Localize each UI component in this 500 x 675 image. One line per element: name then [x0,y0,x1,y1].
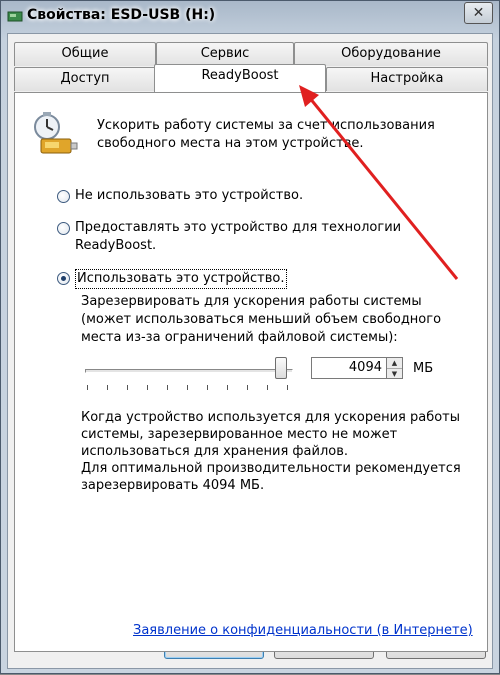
spin-up-icon[interactable]: ▲ [387,358,402,368]
slider-tick [187,385,188,390]
slider-tick [167,385,168,390]
reserve-slider-track[interactable] [85,369,293,373]
option-dedicate-readyboost[interactable]: Предоставлять это устройство для техноло… [57,219,437,255]
info-recommendation: Для оптимальной производительности реком… [81,461,461,493]
radio-dedicate-readyboost[interactable] [57,222,70,235]
info-text: Когда устройство используется для ускоре… [81,409,481,494]
radio-use-device[interactable] [57,272,70,285]
option-label: Не использовать это устройство. [75,188,304,203]
tab-general[interactable]: Общие [14,42,156,66]
slider-tick [227,385,228,390]
readyboost-panel: Ускорить работу системы за счет использо… [14,92,488,652]
slider-tick [147,385,148,390]
intro-text: Ускорить работу системы за счет использо… [97,118,435,151]
option-label: Использовать это устройство. [75,269,287,289]
readyboost-icon [29,111,79,159]
info-usage-note: Когда устройство используется для ускоре… [81,410,461,459]
slider-ticks [87,385,291,391]
close-button[interactable]: ✕ [464,2,493,24]
slider-tick [87,385,88,390]
radio-do-not-use[interactable] [57,190,70,203]
slider-tick [207,385,208,390]
tab-hardware[interactable]: Оборудование [294,42,488,66]
option-do-not-use[interactable]: Не использовать это устройство. [57,187,303,205]
slider-tick [127,385,128,390]
slider-tick [107,385,108,390]
tab-customize[interactable]: Настройка [326,67,488,91]
option-use-device[interactable]: Использовать это устройство. [57,269,287,289]
usb-drive-icon [7,8,23,24]
option-label: Предоставлять это устройство для техноло… [75,220,402,253]
reserve-label: Зарезервировать для ускорения работы сис… [81,294,442,345]
privacy-link[interactable]: Заявление о конфиденциальности (в Интерн… [133,623,473,638]
tab-sharing[interactable]: Доступ [14,67,156,91]
reserve-size-input[interactable]: 4094 [311,357,387,379]
tab-readyboost[interactable]: ReadyBoost [154,64,326,92]
reserve-size-spinner[interactable]: ▲ ▼ [387,357,403,379]
reserve-slider-thumb[interactable] [275,357,287,379]
tab-service[interactable]: Сервис [156,42,294,66]
slider-tick [267,385,268,390]
dialog-client-area: Общие Сервис Оборудование Доступ ReadyBo… [7,33,493,669]
window-title: Свойства: ESD-USB (H:) [27,7,216,23]
close-icon: ✕ [472,5,485,21]
properties-window: Свойства: ESD-USB (H:) ✕ Общие Сервис Об… [0,0,500,674]
spin-down-icon[interactable]: ▼ [387,368,402,378]
slider-tick [287,385,288,390]
slider-tick [247,385,248,390]
title-bar[interactable]: Свойства: ESD-USB (H:) ✕ [1,1,499,33]
unit-label: МБ [413,361,434,376]
